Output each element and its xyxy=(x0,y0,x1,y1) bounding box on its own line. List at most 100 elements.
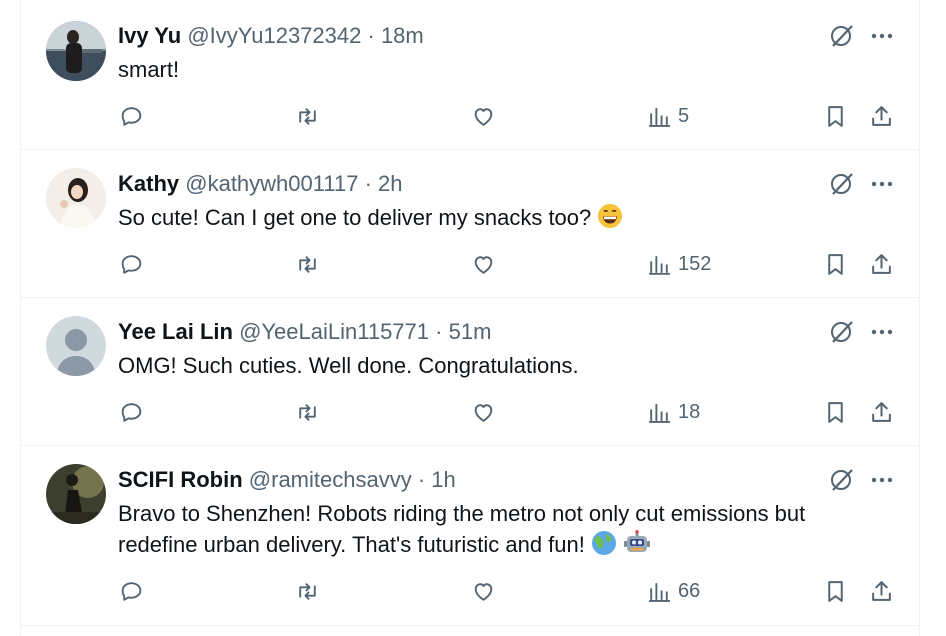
tweet-text-line: Bravo to Shenzhen! Robots riding the met… xyxy=(118,501,806,526)
views-button[interactable]: 5 xyxy=(647,101,689,131)
action-bar: 66 xyxy=(21,576,919,606)
username[interactable]: @kathywh001117 xyxy=(185,171,358,196)
like-icon xyxy=(474,582,493,601)
tweet-text-line: smart! xyxy=(118,57,180,82)
views-button[interactable]: 18 xyxy=(647,397,700,427)
share-button[interactable] xyxy=(869,101,894,131)
display-name[interactable]: Yee Lai Lin xyxy=(118,319,233,344)
action-bar: 5 xyxy=(21,101,919,131)
views-button[interactable]: 152 xyxy=(647,249,711,279)
views-count: 152 xyxy=(678,252,712,275)
display-name[interactable]: Ivy Yu xyxy=(118,23,181,48)
like-button[interactable] xyxy=(471,397,496,427)
views-icon xyxy=(649,403,670,423)
retweet-icon xyxy=(299,582,316,600)
reply-tweet[interactable]: Yee Lai Lin @YeeLaiLin115771 · 51m OMG! … xyxy=(21,298,919,446)
views-count: 5 xyxy=(678,104,690,127)
tweet-text-line: OMG! Such cuties. Well done. Congratulat… xyxy=(118,353,579,378)
views-icon xyxy=(649,255,670,275)
username[interactable]: @YeeLaiLin115771 xyxy=(239,319,429,344)
more-icon[interactable] xyxy=(869,467,895,493)
bookmark-icon xyxy=(828,580,843,602)
reply-feed: Ivy Yu @IvyYu12372342 · 18m smart! 5 Kat… xyxy=(20,0,920,636)
reply-button[interactable] xyxy=(119,101,144,131)
bookmark-button[interactable] xyxy=(823,249,848,279)
share-button[interactable] xyxy=(869,397,894,427)
avatar[interactable] xyxy=(46,21,106,81)
retweet-button[interactable] xyxy=(295,397,320,427)
share-button[interactable] xyxy=(869,576,894,606)
share-icon xyxy=(872,253,891,274)
retweet-icon xyxy=(299,255,316,273)
share-icon xyxy=(872,580,891,601)
timestamp[interactable]: 1h xyxy=(431,467,455,492)
grok-icon[interactable] xyxy=(829,23,855,49)
timestamp[interactable]: 18m xyxy=(381,23,424,48)
action-bar: 152 xyxy=(21,249,919,279)
share-icon xyxy=(872,105,891,126)
bookmark-button[interactable] xyxy=(823,576,848,606)
reply-icon xyxy=(121,106,142,126)
tweet-text: So cute! Can I get one to deliver my sna… xyxy=(118,202,878,237)
tweet-header: Kathy @kathywh001117 · 2h xyxy=(118,171,403,197)
tweet-header: Yee Lai Lin @YeeLaiLin115771 · 51m xyxy=(118,319,491,345)
separator-dot: · xyxy=(435,319,443,344)
separator-dot: · xyxy=(417,467,426,492)
views-icon xyxy=(649,582,670,602)
bookmark-icon xyxy=(828,253,843,275)
retweet-button[interactable] xyxy=(295,249,320,279)
username[interactable]: @ramitechsavvy xyxy=(249,467,412,492)
avatar[interactable] xyxy=(46,168,106,228)
grok-icon[interactable] xyxy=(829,467,855,493)
bookmark-button[interactable] xyxy=(823,397,848,427)
timestamp[interactable]: 2h xyxy=(378,171,402,196)
views-count: 18 xyxy=(678,400,701,423)
views-button[interactable]: 66 xyxy=(647,576,700,606)
views-icon xyxy=(649,107,670,127)
reply-tweet[interactable]: Ivy Yu @IvyYu12372342 · 18m smart! 5 xyxy=(21,0,919,150)
reply-tweet[interactable]: Kathy @kathywh001117 · 2h So cute! Can I… xyxy=(21,150,919,298)
tweet-text-line: So cute! Can I get one to deliver my sna… xyxy=(118,205,592,230)
like-button[interactable] xyxy=(471,249,496,279)
separator-dot: · xyxy=(364,171,372,196)
tweet-text-line: redefine urban delivery. That's futurist… xyxy=(118,532,585,557)
reply-icon xyxy=(121,581,142,601)
like-icon xyxy=(474,255,493,274)
avatar[interactable] xyxy=(46,316,106,376)
timestamp[interactable]: 51m xyxy=(449,319,492,344)
retweet-button[interactable] xyxy=(295,101,320,131)
grok-icon[interactable] xyxy=(829,171,855,197)
reply-icon xyxy=(121,402,142,422)
share-button[interactable] xyxy=(869,249,894,279)
tweet-text-line-2: redefine urban delivery. That's futurist… xyxy=(118,529,878,564)
grok-icon[interactable] xyxy=(829,319,855,345)
action-bar: 18 xyxy=(21,397,919,427)
reply-tweet[interactable]: SCIFI Robin @ramitechsavvy · 1h Bravo to… xyxy=(21,446,919,626)
retweet-icon xyxy=(299,107,316,125)
bookmark-button[interactable] xyxy=(823,101,848,131)
retweet-icon xyxy=(299,403,316,421)
like-icon xyxy=(474,107,493,126)
username[interactable]: @IvyYu12372342 xyxy=(187,23,361,48)
more-icon[interactable] xyxy=(869,319,895,345)
reply-button[interactable] xyxy=(119,397,144,427)
grinning-emoji xyxy=(597,203,623,237)
tweet-header: SCIFI Robin @ramitechsavvy · 1h xyxy=(118,467,456,493)
robot-emoji xyxy=(623,530,651,564)
more-icon[interactable] xyxy=(869,23,895,49)
like-icon xyxy=(474,403,493,422)
globe-emoji xyxy=(591,530,617,564)
display-name[interactable]: Kathy xyxy=(118,171,179,196)
tweet-text: smart! xyxy=(118,54,878,85)
like-button[interactable] xyxy=(471,576,496,606)
tweet-header: Ivy Yu @IvyYu12372342 · 18m xyxy=(118,23,424,49)
retweet-button[interactable] xyxy=(295,576,320,606)
more-icon[interactable] xyxy=(869,171,895,197)
share-icon xyxy=(872,401,891,422)
reply-button[interactable] xyxy=(119,576,144,606)
display-name[interactable]: SCIFI Robin xyxy=(118,467,243,492)
avatar[interactable] xyxy=(46,464,106,524)
reply-button[interactable] xyxy=(119,249,144,279)
tweet-text: OMG! Such cuties. Well done. Congratulat… xyxy=(118,350,878,381)
like-button[interactable] xyxy=(471,101,496,131)
